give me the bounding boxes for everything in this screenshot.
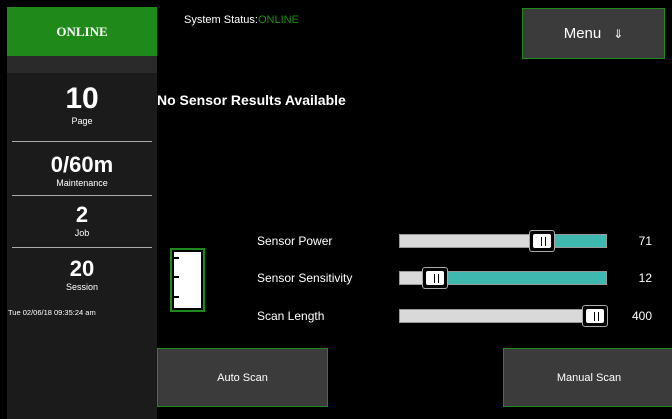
session-counter-value: 20 xyxy=(69,256,95,281)
page-counter-label: Page xyxy=(71,116,93,126)
no-results-message: No Sensor Results Available xyxy=(157,92,346,108)
scan-length-slider[interactable] xyxy=(399,305,608,327)
auto-scan-label: Auto Scan xyxy=(217,371,268,384)
sidebar-band xyxy=(7,56,157,73)
maintenance-counter-value: 0/60m xyxy=(50,152,114,177)
system-status-value: ONLINE xyxy=(257,14,299,26)
session-counter-label: Session xyxy=(65,282,99,292)
sensor-sensitivity-slider-thumb[interactable] xyxy=(422,267,448,289)
divider xyxy=(12,247,152,248)
maintenance-counter: 0/60m Maintenance xyxy=(7,153,157,189)
job-counter-label: Job xyxy=(74,228,90,238)
sensor-sensitivity-value: 12 xyxy=(638,271,652,285)
sensor-power-label: Sensor Power xyxy=(257,234,333,248)
online-status-badge: ONLINE xyxy=(7,7,157,56)
session-counter: 20 Session xyxy=(7,257,157,293)
menu-button[interactable]: Menu ⇓ xyxy=(522,8,665,59)
arrow-down-icon: ⇓ xyxy=(613,26,624,41)
manual-scan-button[interactable]: Manual Scan xyxy=(503,348,672,407)
sensor-power-slider-thumb[interactable] xyxy=(529,230,555,252)
manual-scan-label: Manual Scan xyxy=(556,371,622,384)
online-badge-label: ONLINE xyxy=(56,23,108,39)
sensor-sensitivity-label: Sensor Sensitivity xyxy=(257,271,353,285)
divider xyxy=(12,141,152,142)
maintenance-counter-label: Maintenance xyxy=(56,178,108,188)
sensor-sensitivity-slider-fill xyxy=(435,272,606,284)
sensor-sensitivity-slider[interactable] xyxy=(399,267,607,289)
scan-length-slider-thumb[interactable] xyxy=(582,305,608,327)
scan-length-label: Scan Length xyxy=(257,309,325,323)
sensor-power-value: 71 xyxy=(638,234,652,248)
job-counter: 2 Job xyxy=(7,203,157,239)
timestamp: Tue 02/06/18 09:35:24 am xyxy=(8,308,96,317)
job-counter-value: 2 xyxy=(75,202,89,227)
system-status-label: System Status: xyxy=(184,14,258,26)
divider xyxy=(12,195,152,196)
scan-length-value: 400 xyxy=(631,309,652,323)
sidebar: 10 Page 0/60m Maintenance 2 Job 20 Sessi… xyxy=(7,56,157,419)
level-gauge-icon xyxy=(170,248,205,312)
sensor-power-slider[interactable] xyxy=(399,230,607,252)
page-counter-value: 10 xyxy=(65,82,99,115)
auto-scan-button[interactable]: Auto Scan xyxy=(157,348,328,407)
system-status: System Status:ONLINE xyxy=(184,14,299,26)
menu-button-label: Menu xyxy=(563,25,602,42)
page-counter: 10 Page xyxy=(7,83,157,127)
